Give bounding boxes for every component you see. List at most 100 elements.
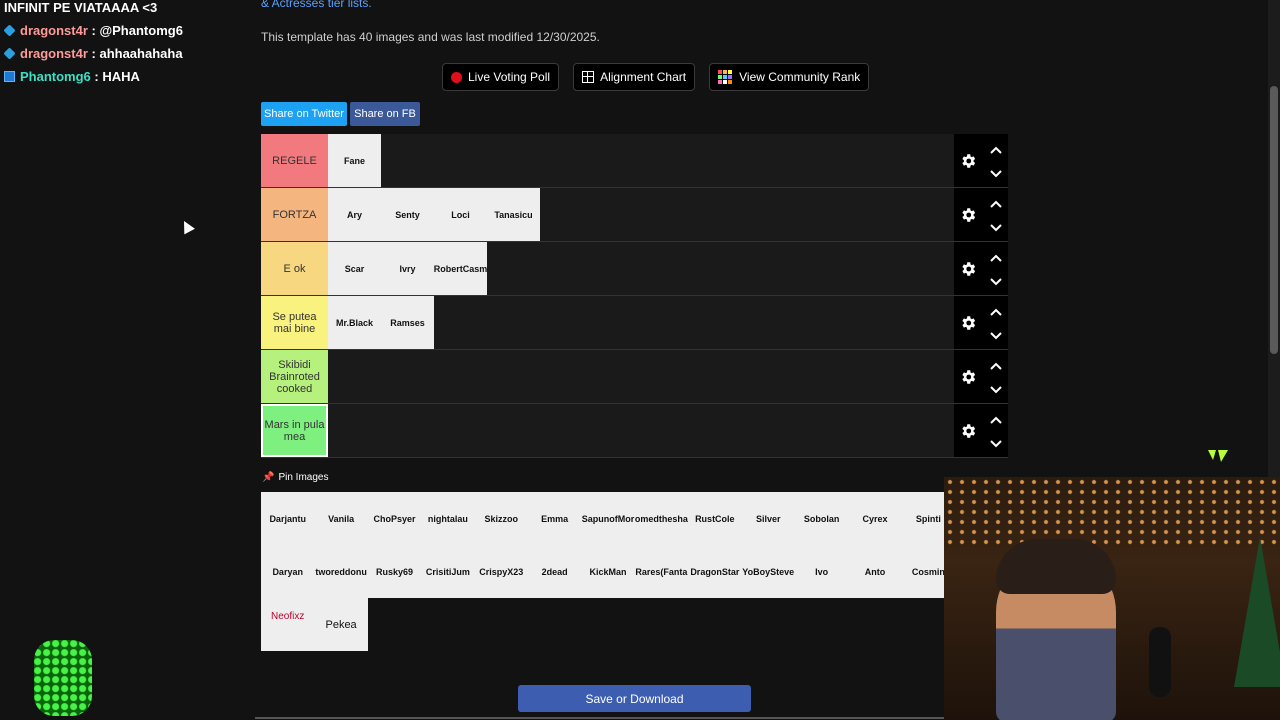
tier-item[interactable]: Ivry — [381, 242, 434, 295]
community-rank-button[interactable]: View Community Rank — [709, 63, 870, 91]
pool-item[interactable]: SapunofMor — [581, 492, 635, 545]
tier-label[interactable]: REGELE — [261, 134, 328, 187]
pool-item[interactable]: Neofixz — [261, 598, 315, 651]
pool-item[interactable]: Rares(Fanta — [634, 545, 689, 598]
pool-item[interactable]: Sobolan — [794, 492, 849, 545]
divider — [255, 717, 945, 719]
scrollbar-thumb[interactable] — [1270, 86, 1278, 354]
grid-icon — [582, 71, 595, 83]
tier-item[interactable]: Ramses — [381, 296, 434, 349]
gear-icon[interactable] — [959, 314, 977, 332]
tier-drop-zone[interactable]: Ary Senty Loci Tanasicu — [328, 188, 954, 241]
chat-message: dragonst4r : @Phantomg6 — [3, 23, 244, 46]
gear-icon[interactable] — [959, 206, 977, 224]
pool-item[interactable]: YoBoySteve — [741, 545, 795, 598]
save-download-button[interactable]: Save or Download — [518, 685, 751, 712]
chevron-up-icon[interactable] — [990, 142, 1002, 160]
tier-move-arrows — [990, 304, 1002, 346]
tier-item[interactable]: Fane — [328, 134, 381, 187]
chevron-up-icon[interactable] — [990, 358, 1002, 376]
pool-item[interactable]: Anto — [848, 545, 902, 598]
tier-item[interactable]: Ary — [328, 188, 381, 241]
pool-item[interactable]: KickMan — [581, 545, 635, 598]
tier-row: Se putea mai bine Mr.Black Ramses — [261, 296, 1008, 350]
cube-badge-icon — [3, 47, 16, 60]
tier-controls — [954, 242, 1008, 295]
tier-drop-zone[interactable]: Scar Ivry RobertCasm — [328, 242, 954, 295]
tier-label[interactable]: FORTZA — [261, 188, 328, 241]
pool-item[interactable]: Darjantu — [261, 492, 315, 545]
pool-item[interactable]: Daryan — [261, 545, 315, 598]
image-pool-row: Darjantu Vanila ChoPsyer nightalau Skizzoo Em… — [261, 492, 956, 545]
tier-item[interactable]: Scar — [328, 242, 381, 295]
live-voting-button[interactable]: Live Voting Poll — [442, 63, 560, 91]
chat-username: dragonst4r — [20, 23, 88, 38]
chevron-down-icon[interactable] — [990, 382, 1002, 400]
pool-item[interactable]: CrisitiJum — [421, 545, 475, 598]
tier-label[interactable]: Se putea mai bine — [261, 296, 328, 349]
pool-item[interactable]: Silver — [741, 492, 795, 545]
gear-icon[interactable] — [959, 260, 977, 278]
template-description: This template has 40 images and was last… — [261, 30, 600, 44]
pool-item[interactable]: Cyrex — [848, 492, 902, 545]
tier-item[interactable]: RobertCasm — [434, 242, 487, 295]
chat-message: INFINIT PE VIATAAAA <3 — [4, 0, 244, 23]
record-dot-icon — [451, 71, 462, 83]
tier-item[interactable]: Senty — [381, 188, 434, 241]
tier-item[interactable]: Loci — [434, 188, 487, 241]
chevron-down-icon[interactable] — [990, 436, 1002, 454]
chat-message: Phantomg6 : HAHA — [4, 69, 244, 92]
pool-item[interactable]: Pekea — [314, 598, 368, 651]
pool-item[interactable]: Vanila — [314, 492, 368, 545]
cube-badge-icon — [3, 24, 16, 37]
image-pool: Darjantu Vanila ChoPsyer nightalau Skizzoo Em… — [261, 492, 956, 651]
tier-item[interactable]: Tanasicu — [487, 188, 540, 241]
chevron-down-icon[interactable] — [990, 274, 1002, 292]
microphone-icon — [1149, 627, 1171, 697]
live-voting-label: Live Voting Poll — [468, 70, 551, 84]
pool-item[interactable]: DragonStar — [688, 545, 742, 598]
chevron-down-icon[interactable] — [990, 166, 1002, 184]
gear-icon[interactable] — [959, 422, 977, 440]
pool-item[interactable]: ChoPsyer — [367, 492, 422, 545]
tier-drop-zone[interactable] — [328, 350, 954, 403]
pool-item[interactable]: Rusky69 — [367, 545, 422, 598]
pool-item[interactable]: 2dead — [527, 545, 582, 598]
pool-item[interactable]: CrispyX23 — [474, 545, 528, 598]
share-twitter-button[interactable]: Share on Twitter — [261, 102, 347, 126]
gear-icon[interactable] — [959, 368, 977, 386]
tier-move-arrows — [990, 358, 1002, 400]
tier-drop-zone[interactable] — [328, 404, 954, 457]
gear-icon[interactable] — [959, 152, 977, 170]
green-orb-emote-icon — [34, 640, 92, 716]
chevron-down-icon[interactable] — [990, 328, 1002, 346]
chat-username: Phantomg6 — [20, 69, 91, 84]
chevron-up-icon[interactable] — [990, 196, 1002, 214]
chevron-up-icon[interactable] — [990, 250, 1002, 268]
webcam-overlay — [944, 477, 1280, 720]
pool-item[interactable]: Ivo — [794, 545, 849, 598]
pin-images-toggle[interactable]: 📌 Pin Images — [262, 472, 328, 483]
string-lights — [944, 477, 1280, 547]
tier-label[interactable]: E ok — [261, 242, 328, 295]
chevron-up-icon[interactable] — [990, 412, 1002, 430]
tier-drop-zone[interactable]: Mr.Black Ramses — [328, 296, 954, 349]
chevron-down-icon[interactable] — [990, 220, 1002, 238]
chat-message-text: : ahhaahahaha — [87, 46, 183, 61]
pool-item[interactable]: nightalau — [421, 492, 475, 545]
pool-item[interactable]: Emma — [527, 492, 582, 545]
tier-label[interactable]: Mars in pula mea — [261, 404, 328, 457]
tier-drop-zone[interactable]: Fane — [328, 134, 954, 187]
alignment-chart-button[interactable]: Alignment Chart — [573, 63, 696, 91]
chevron-up-icon[interactable] — [990, 304, 1002, 322]
pool-item[interactable]: tworeddonu — [314, 545, 368, 598]
alignment-chart-label: Alignment Chart — [600, 70, 687, 84]
pool-item[interactable]: RustCole — [688, 492, 742, 545]
tier-item[interactable]: Mr.Black — [328, 296, 381, 349]
pool-item[interactable]: Skizzoo — [474, 492, 528, 545]
share-facebook-button[interactable]: Share on FB — [350, 102, 420, 126]
pool-item[interactable]: omedthesha — [634, 492, 689, 545]
chat-message-text: INFINIT PE VIATAAAA <3 — [4, 0, 158, 15]
tier-label[interactable]: Skibidi Brainroted cooked — [261, 350, 328, 403]
tier-list-link[interactable]: & Actresses tier lists. — [261, 0, 372, 10]
